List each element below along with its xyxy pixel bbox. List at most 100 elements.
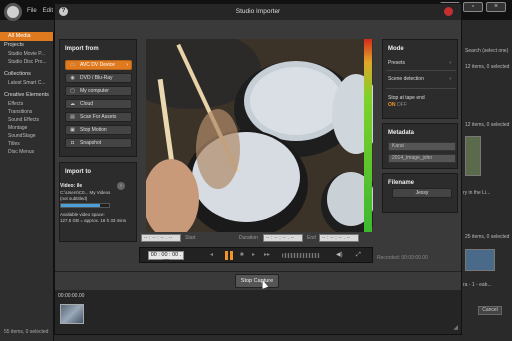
stop-capture-button[interactable]: Stop Capture: [235, 274, 279, 288]
media-thumbnail[interactable]: [465, 249, 495, 271]
rewind-icon[interactable]: ◂: [210, 252, 213, 259]
disk-space-bar: [60, 203, 110, 208]
import-source-cloud[interactable]: ☁ Cloud: [65, 99, 132, 109]
thumbnail-caption: ry in the Li...: [463, 190, 491, 196]
import-source-stop-motion[interactable]: ▣ Stop Motion: [65, 125, 132, 135]
filename-panel: Filename Jessy: [382, 173, 458, 213]
import-source-label: DVD / Blu-Ray: [80, 75, 113, 81]
fast-forward-icon[interactable]: ▸▸: [264, 252, 270, 259]
import-source-label: AVC DV Device: [80, 62, 115, 68]
current-timecode[interactable]: 00 : 00 : 00 . 00: [148, 251, 184, 265]
import-from-panel: Import from ▭ AVC DV Device › ◉ DVD / Blu-Ra…: [59, 39, 137, 157]
mode-panel: Mode Presets › Scene detection › Stop at…: [382, 39, 458, 119]
metadata-panel: Metadata Karat 2014_Image_john: [382, 123, 458, 169]
dialog-titlebar: ? Studio Importer: [55, 4, 461, 20]
camera-icon: ◘: [70, 140, 75, 146]
scene-detection-label[interactable]: Scene detection: [388, 76, 424, 82]
sidebar-item-transitions[interactable]: Transitions: [0, 108, 53, 116]
import-source-scan-for-assets[interactable]: ▤ Scan For Assets: [65, 112, 132, 122]
transport-bar: 00 : 00 : 00 . 00 ◂ ■ ▸ ▸▸ ◀) ⤢: [139, 247, 373, 265]
presets-label[interactable]: Presets: [388, 60, 405, 66]
start-label: Start: [185, 235, 196, 241]
sidebar-item-soundstage[interactable]: SoundStage: [0, 132, 53, 140]
sidebar-item-titles[interactable]: Titles: [0, 140, 53, 148]
import-source-label: Cloud: [80, 101, 94, 107]
scan-icon: ▤: [70, 114, 75, 120]
computer-icon: ▢: [70, 88, 75, 94]
toggle-off[interactable]: OFF: [397, 102, 407, 108]
disc-icon: ◉: [70, 75, 75, 81]
import-from-title: Import from: [65, 46, 99, 52]
import-source-avc-dv-device[interactable]: ▭ AVC DV Device ›: [65, 60, 132, 70]
start-timecode[interactable]: -- : -- : -- . --: [141, 234, 181, 242]
capture-tray: 00:00:00.00 ◢: [55, 290, 461, 334]
video-destination-label: Video: ile: [60, 183, 83, 189]
jog-shuttle[interactable]: [282, 253, 320, 258]
import-to-panel: Import to: [59, 162, 137, 242]
resize-grip-icon[interactable]: ◢: [453, 324, 458, 331]
sidebar-item-montage[interactable]: Montage: [0, 124, 53, 132]
sidebar-item-all-media[interactable]: All Media: [0, 32, 53, 41]
sidebar-header-projects[interactable]: Projects: [0, 41, 53, 50]
filename-title: Filename: [388, 180, 415, 186]
chevron-right-icon: ›: [126, 62, 128, 68]
capture-strip: Stop Capture: [55, 271, 461, 289]
library-sidebar: All Media Projects Studio Movie P... Stu…: [0, 32, 54, 341]
studio-importer-dialog: ? Studio Importer Import from ▭ AVC DV De…: [54, 3, 462, 335]
close-icon[interactable]: ×: [486, 2, 506, 12]
sidebar-item-project[interactable]: Studio Disc Pro...: [0, 58, 53, 66]
captured-clip-thumbnail[interactable]: [60, 304, 84, 324]
sidebar-item-project[interactable]: Studio Movie P...: [0, 50, 53, 58]
video-preview: [146, 39, 373, 232]
sidebar-item-count: 55 items, 0 selected: [4, 329, 49, 335]
media-thumbnail[interactable]: [465, 136, 481, 176]
cancel-button[interactable]: Cancel: [478, 306, 502, 315]
trim-timecode-row: -- : -- : -- . -- Start Duration -- : --…: [139, 233, 373, 243]
fullscreen-icon[interactable]: ⤢: [356, 252, 361, 259]
play-icon[interactable]: ▸: [252, 252, 255, 259]
folder-browse-icon[interactable]: ›: [117, 182, 125, 190]
recorded-time: Recorded: 00:00:00.00: [377, 255, 428, 261]
duration-timecode[interactable]: -- : -- : -- . --: [263, 234, 303, 242]
close-icon[interactable]: [444, 7, 453, 16]
item-count: 25 items, 0 selected: [465, 234, 510, 240]
volume-icon[interactable]: ◀): [336, 252, 343, 259]
item-count: 12 items, 0 selected: [465, 64, 510, 70]
import-source-my-computer[interactable]: ▢ My computer: [65, 86, 132, 96]
sidebar-item-effects[interactable]: Effects: [0, 100, 53, 108]
destination-path: C:\Users\C0... My Videos: [60, 190, 111, 195]
sidebar-header-collections[interactable]: Collections: [0, 70, 53, 79]
sidebar-item-sound-effects[interactable]: Sound Effects: [0, 116, 53, 124]
stop-icon[interactable]: ■: [240, 252, 244, 259]
metadata-field[interactable]: Karat: [388, 142, 456, 151]
chevron-right-icon[interactable]: ›: [449, 76, 451, 82]
tape-end-toggle[interactable]: ON OFF: [388, 102, 407, 108]
sidebar-header-creative[interactable]: Creative Elements: [0, 91, 53, 100]
sidebar-item-collection[interactable]: Latest Smart C...: [0, 79, 53, 87]
import-source-label: Snapshot: [80, 140, 102, 146]
menu-file[interactable]: File: [27, 8, 37, 14]
sidebar-item-disc-menus[interactable]: Disc Menus: [0, 148, 53, 156]
stop-at-tape-end-label: Stop at tape end: [388, 95, 425, 101]
search-hint[interactable]: Search (select one): [465, 48, 508, 54]
library-right-pane: Search (select one) 12 items, 0 selected…: [461, 20, 512, 341]
import-source-label: My computer: [80, 88, 109, 94]
audio-level-meter: [364, 39, 372, 232]
chevron-right-icon[interactable]: ›: [449, 60, 451, 66]
metadata-field[interactable]: 2014_Image_john: [388, 154, 456, 163]
dialog-title: Studio Importer: [235, 8, 281, 15]
maximize-icon[interactable]: ▫: [463, 2, 483, 12]
import-source-snapshot[interactable]: ◘ Snapshot: [65, 138, 132, 148]
divider: [386, 88, 456, 89]
pause-icon[interactable]: [224, 250, 234, 261]
import-source-label: Scan For Assets: [80, 114, 117, 120]
import-source-dvd-blu-ray[interactable]: ◉ DVD / Blu-Ray: [65, 73, 132, 83]
menu-edit[interactable]: Edit: [43, 8, 53, 14]
stop-motion-icon: ▣: [70, 127, 75, 133]
toggle-on[interactable]: ON: [388, 102, 396, 108]
space-value: 127.5 GB = approx. 16 h 33 mins: [60, 218, 127, 223]
import-to-title: Import to: [65, 169, 91, 175]
filename-field[interactable]: Jessy: [392, 188, 452, 198]
end-timecode[interactable]: -- : -- : -- . --: [319, 234, 359, 242]
end-label: End: [307, 235, 316, 241]
